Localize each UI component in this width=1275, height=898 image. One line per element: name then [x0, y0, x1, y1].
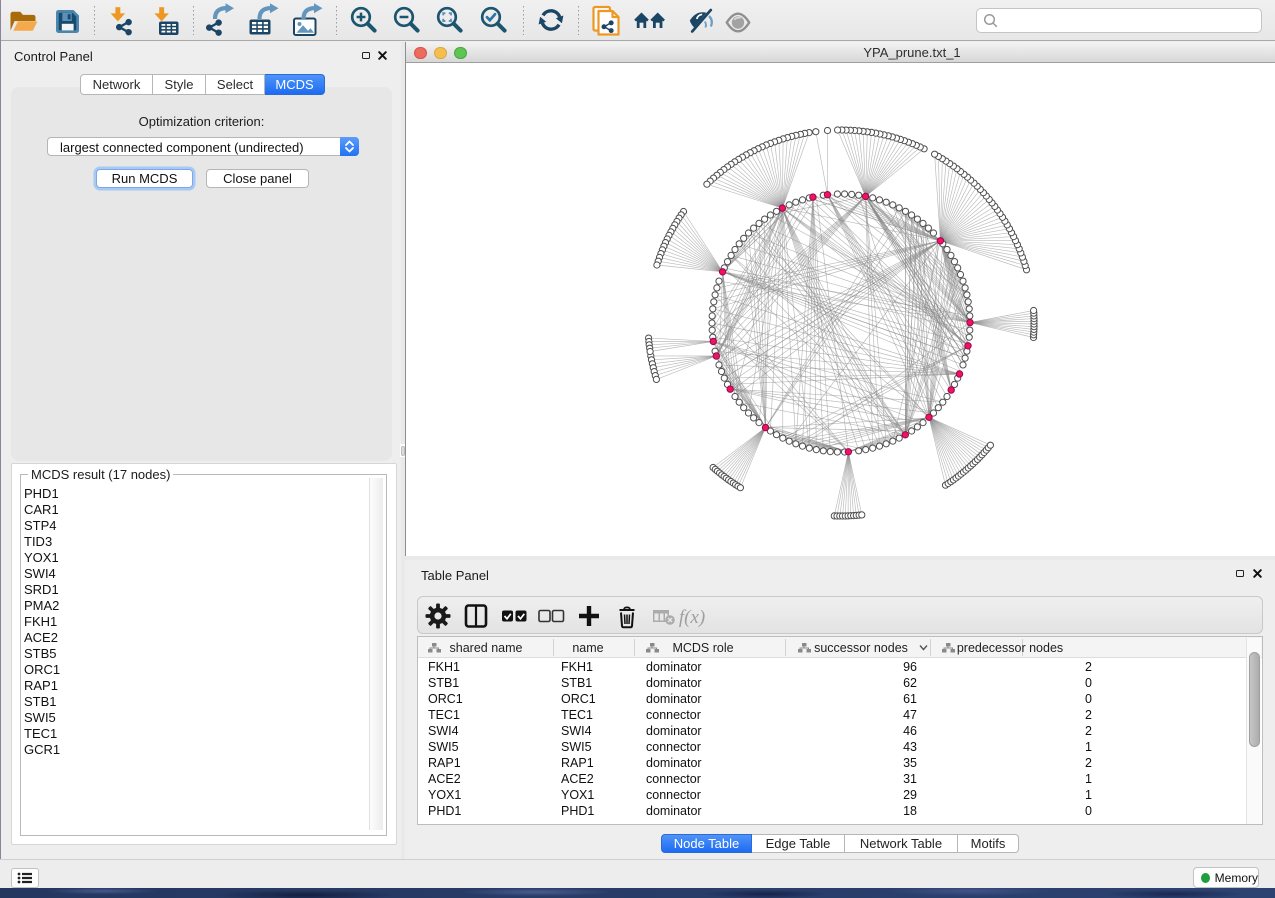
svg-text:f(x): f(x): [679, 607, 705, 628]
